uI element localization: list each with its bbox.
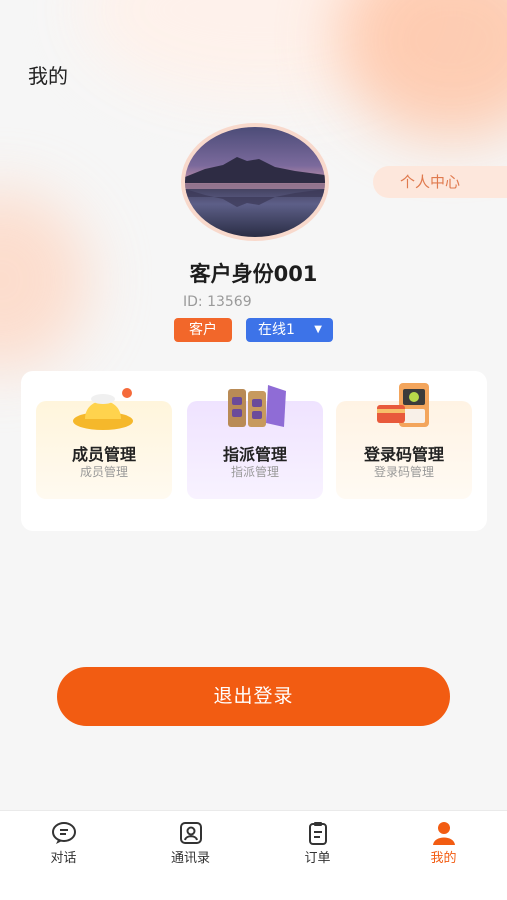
- tab-mine[interactable]: 我的: [380, 811, 507, 900]
- bottom-tab-bar: 对话 通讯录 订单 我的: [0, 810, 507, 900]
- member-management-card[interactable]: 成员管理 成员管理: [36, 388, 172, 499]
- person-icon: [432, 822, 455, 845]
- tab-orders[interactable]: 订单: [254, 811, 381, 900]
- role-badge: 客户: [174, 318, 232, 342]
- assignment-management-title: 指派管理: [222, 445, 287, 464]
- tab-mine-label: 我的: [430, 851, 457, 866]
- tab-chat[interactable]: 对话: [0, 811, 127, 900]
- status-dropdown[interactable]: 在线1 ▼: [246, 318, 333, 342]
- chevron-down-icon: ▼: [314, 324, 322, 335]
- login-code-management-title: 登录码管理: [363, 445, 444, 464]
- folders-icon: [228, 385, 286, 427]
- assignment-management-card[interactable]: 指派管理 指派管理: [187, 385, 323, 499]
- user-name: 客户身份001: [189, 262, 318, 286]
- tab-orders-label: 订单: [304, 851, 331, 866]
- avatar[interactable]: [181, 123, 329, 241]
- login-code-management-subtitle: 登录码管理: [373, 465, 434, 479]
- user-id: ID: 13569: [183, 294, 252, 310]
- login-code-management-card[interactable]: 登录码管理 登录码管理: [336, 383, 472, 499]
- tab-contacts-label: 通讯录: [170, 851, 210, 866]
- background-glow-top-right: [337, 0, 507, 140]
- pos-terminal-icon: [377, 383, 429, 427]
- logout-button[interactable]: 退出登录: [57, 667, 450, 726]
- contacts-icon: [179, 822, 202, 844]
- tab-chat-label: 对话: [50, 851, 77, 866]
- status-label: 在线1: [258, 322, 295, 338]
- member-management-subtitle: 成员管理: [79, 465, 128, 479]
- tab-contacts[interactable]: 通讯录: [127, 811, 254, 900]
- chat-icon: [51, 822, 76, 844]
- member-management-title: 成员管理: [71, 445, 136, 464]
- hat-icon: [73, 388, 133, 430]
- personal-center-button[interactable]: 个人中心: [373, 166, 507, 198]
- feature-panel: 成员管理 成员管理 指派管理 指派管理 登录码管理 登录码管理: [21, 371, 487, 531]
- page-title: 我的: [28, 64, 68, 88]
- order-icon: [308, 822, 327, 845]
- assignment-management-subtitle: 指派管理: [230, 465, 279, 479]
- avatar-landscape-image: [185, 157, 325, 207]
